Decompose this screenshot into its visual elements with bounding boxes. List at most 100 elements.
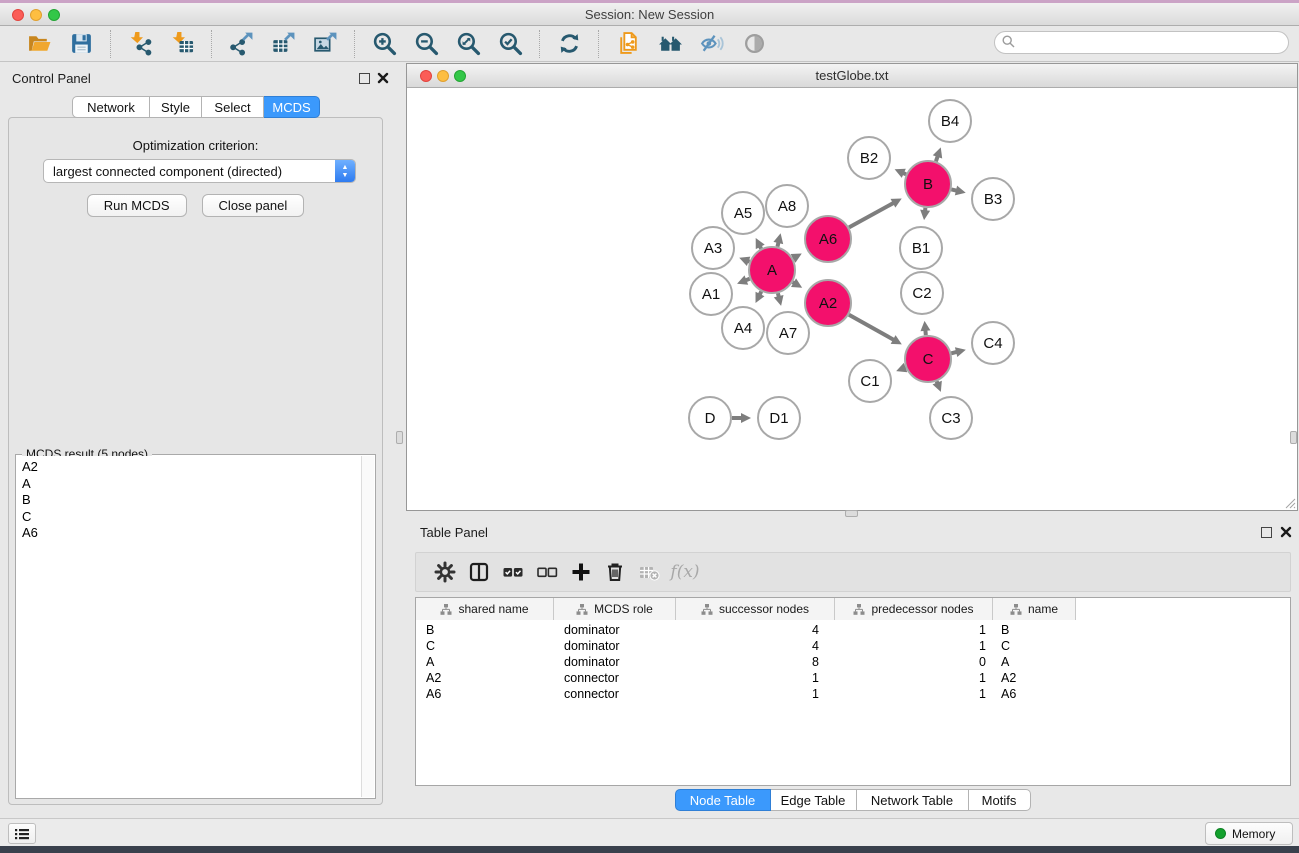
table-row[interactable]: Cdominator 4 1 C (416, 639, 1290, 655)
horizontal-splitter-handle[interactable] (845, 510, 858, 517)
tab-network[interactable]: Network (72, 96, 150, 118)
export-image-button[interactable] (310, 29, 340, 59)
network-view-window: testGlobe.txt B4B2BB3A8A5A6A3B1AC2A1A2A4… (406, 63, 1298, 511)
delete-column-button[interactable] (598, 557, 632, 587)
column-header-successor-nodes[interactable]: successor nodes (676, 598, 835, 620)
show-graphics-button[interactable] (739, 29, 769, 59)
graph-edge[interactable] (849, 202, 895, 227)
table-cell[interactable]: 1 (835, 687, 986, 701)
open-file-button[interactable] (24, 29, 54, 59)
table-cell[interactable]: A (426, 655, 434, 669)
table-cell[interactable]: A2 (1001, 671, 1016, 685)
zoom-fit-button[interactable] (453, 29, 483, 59)
criterion-dropdown[interactable]: largest connected component (directed) ▲… (43, 159, 356, 183)
result-item[interactable]: B (22, 492, 360, 509)
table-cell[interactable]: B (1001, 623, 1009, 637)
table-cell[interactable]: connector (564, 671, 619, 685)
result-scrollbar[interactable] (361, 456, 374, 797)
table-cell[interactable]: 8 (676, 655, 819, 669)
table-cell[interactable]: 1 (835, 623, 986, 637)
table-row[interactable]: Bdominator 4 1 B (416, 623, 1290, 639)
table-cell[interactable]: C (1001, 639, 1010, 653)
table-cell[interactable]: A6 (1001, 687, 1016, 701)
deselect-all-icon (535, 560, 559, 584)
export-table-button[interactable] (268, 29, 298, 59)
column-header-shared-name[interactable]: shared name (416, 598, 554, 620)
table-cell[interactable]: connector (564, 687, 619, 701)
column-header-name[interactable]: name (993, 598, 1076, 620)
resize-grip-icon[interactable] (1285, 498, 1296, 509)
table-close-panel-icon[interactable] (1280, 526, 1292, 538)
close-panel-button[interactable]: Close panel (202, 194, 305, 217)
function-builder-button[interactable]: f(x) (666, 557, 700, 587)
table-cell[interactable]: A6 (426, 687, 441, 701)
table-cell[interactable]: 4 (676, 639, 819, 653)
tab-select[interactable]: Select (202, 96, 264, 118)
table-tab-network-table[interactable]: Network Table (857, 789, 969, 811)
search-field[interactable] (994, 31, 1289, 54)
clone-network-button[interactable] (613, 29, 643, 59)
zoom-in-icon (372, 31, 397, 56)
table-cell[interactable]: 1 (835, 639, 986, 653)
float-panel-icon[interactable] (359, 73, 370, 84)
table-cell[interactable]: 0 (835, 655, 986, 669)
network-window-titlebar[interactable]: testGlobe.txt (407, 64, 1297, 88)
browse-mode-button[interactable] (462, 557, 496, 587)
table-row[interactable]: Adominator 8 0 A (416, 655, 1290, 671)
hide-graphics-button[interactable] (697, 29, 727, 59)
save-session-button[interactable] (66, 29, 96, 59)
table-cell[interactable]: A2 (426, 671, 441, 685)
delete-table-button[interactable] (632, 557, 666, 587)
import-network-button[interactable] (125, 29, 155, 59)
table-cell[interactable]: 1 (676, 671, 819, 685)
network-canvas[interactable]: B4B2BB3A8A5A6A3B1AC2A1A2A4A7C4CC1C3DD1 (407, 89, 1297, 510)
table-cell[interactable]: A (1001, 655, 1009, 669)
column-header-predecessor-nodes[interactable]: predecessor nodes (835, 598, 993, 620)
home-view-button[interactable] (655, 29, 685, 59)
table-row[interactable]: A2 connector 1 1 A2 (416, 671, 1290, 687)
table-float-panel-icon[interactable] (1261, 527, 1272, 538)
search-input[interactable] (994, 31, 1289, 54)
right-splitter-handle[interactable] (1290, 431, 1297, 444)
graph-node-label: B1 (912, 240, 930, 257)
column-header-MCDS-role[interactable]: MCDS role (554, 598, 676, 620)
graph-edge[interactable] (849, 315, 895, 341)
table-tab-node-table[interactable]: Node Table (675, 789, 771, 811)
zoom-out-button[interactable] (411, 29, 441, 59)
select-all-button[interactable] (496, 557, 530, 587)
table-cell[interactable]: 1 (835, 671, 986, 685)
left-splitter-handle[interactable] (396, 431, 403, 444)
zoom-selected-button[interactable] (495, 29, 525, 59)
table-cell[interactable]: dominator (564, 655, 620, 669)
deselect-all-button[interactable] (530, 557, 564, 587)
table-cell[interactable]: 1 (676, 687, 819, 701)
table-cell[interactable]: B (426, 623, 434, 637)
refresh-view-button[interactable] (554, 29, 584, 59)
control-panel: Control Panel NetworkStyleSelectMCDS Opt… (0, 62, 391, 813)
graph-node-label: B4 (941, 113, 959, 130)
add-column-button[interactable] (564, 557, 598, 587)
table-tab-motifs[interactable]: Motifs (969, 789, 1031, 811)
result-item[interactable]: A (22, 476, 360, 493)
close-panel-icon[interactable] (377, 72, 389, 84)
table-row[interactable]: A6 connector 1 1 A6 (416, 687, 1290, 703)
table-cell[interactable]: dominator (564, 639, 620, 653)
result-item[interactable]: A2 (22, 459, 360, 476)
tab-style[interactable]: Style (150, 96, 202, 118)
network-window-title: testGlobe.txt (407, 68, 1297, 83)
import-table-button[interactable] (167, 29, 197, 59)
zoom-in-button[interactable] (369, 29, 399, 59)
table-cell[interactable]: 4 (676, 623, 819, 637)
table-tab-edge-table[interactable]: Edge Table (771, 789, 857, 811)
table-cell[interactable]: dominator (564, 623, 620, 637)
tab-mcds[interactable]: MCDS (264, 96, 320, 118)
result-item[interactable]: C (22, 509, 360, 526)
table-cell[interactable]: C (426, 639, 435, 653)
show-panels-button[interactable] (8, 823, 36, 844)
node-table[interactable]: shared nameMCDS rolesuccessor nodesprede… (415, 597, 1291, 786)
memory-button[interactable]: Memory (1205, 822, 1293, 845)
table-settings-button[interactable] (428, 557, 462, 587)
result-item[interactable]: A6 (22, 525, 360, 542)
export-network-button[interactable] (226, 29, 256, 59)
run-mcds-button[interactable]: Run MCDS (87, 194, 187, 217)
